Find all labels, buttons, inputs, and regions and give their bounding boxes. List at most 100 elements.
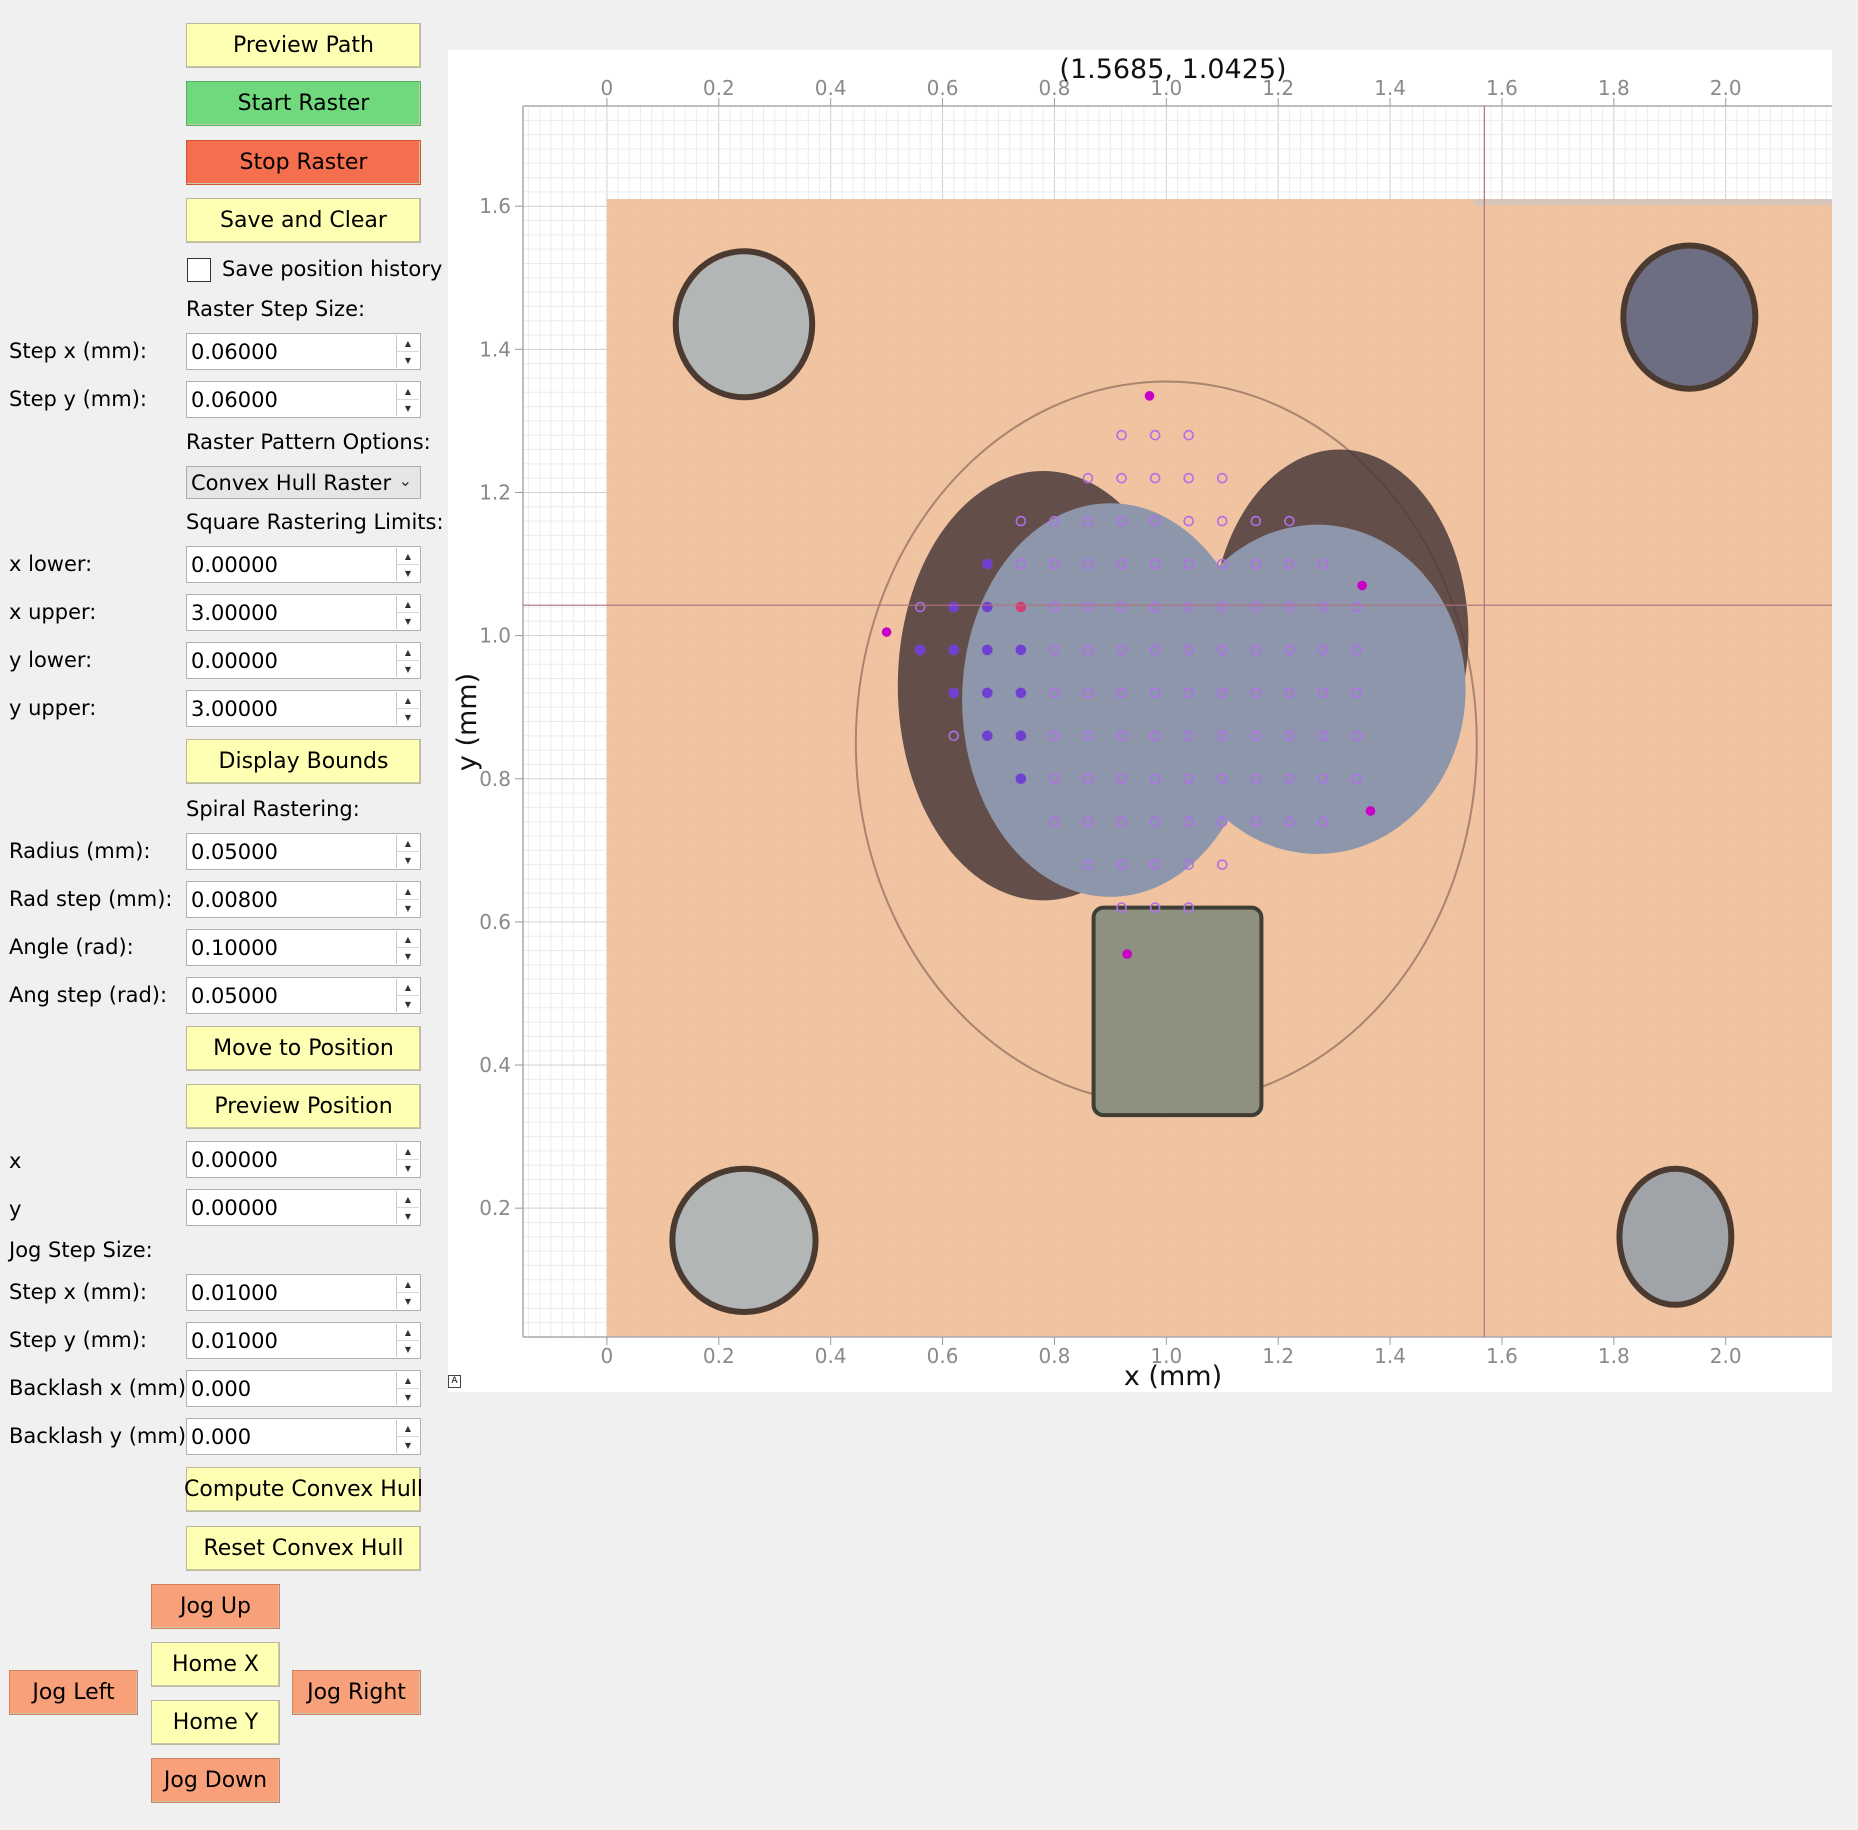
stop-raster-button[interactable]: Stop Raster [186,140,421,185]
raster-pattern-dropdown[interactable]: Convex Hull Raster ⌄ [186,466,421,499]
spin-down-icon[interactable]: ▼ [397,661,419,677]
spin-down-icon[interactable]: ▼ [397,400,419,416]
spin-up-icon[interactable]: ▲ [397,692,419,709]
spin-down-icon[interactable]: ▼ [397,1293,419,1309]
backlash-y-label: Backlash y (mm): [9,1424,194,1448]
position-y-spinbox[interactable]: 0.00000 ▲ ▼ [186,1189,421,1226]
jog-down-button[interactable]: Jog Down [151,1758,280,1803]
spin-down-icon[interactable]: ▼ [397,948,419,964]
spin-down-icon[interactable]: ▼ [397,352,419,368]
sample-stage-image [606,199,1832,1337]
cursor-readout: (1.5685, 1.0425) [1059,54,1286,85]
x-tick-label-top: 0.2 [703,76,735,100]
spin-up-icon[interactable]: ▲ [397,1276,419,1293]
spin-up-icon[interactable]: ▲ [397,383,419,400]
spin-up-icon[interactable]: ▲ [397,1324,419,1341]
rad-step-value: 0.00800 [191,887,278,912]
jog-step-y-value: 0.01000 [191,1328,278,1353]
preview-position-button[interactable]: Preview Position [186,1084,421,1129]
jog-step-x-spinbox[interactable]: 0.01000 ▲ ▼ [186,1274,421,1311]
spin-up-icon[interactable]: ▲ [397,548,419,565]
rad-step-spinbox[interactable]: 0.00800 ▲ ▼ [186,881,421,918]
spin-up-icon[interactable]: ▲ [397,979,419,996]
raster-plot[interactable]: 000.20.20.40.40.60.60.80.81.01.01.21.21.… [448,50,1832,1392]
y-tick-label: 1.0 [479,624,511,648]
auto-range-icon[interactable]: A [448,1375,461,1388]
spin-down-icon[interactable]: ▼ [397,852,419,868]
spin-up-icon[interactable]: ▲ [397,1143,419,1160]
backlash-y-spinbox[interactable]: 0.000 ▲ ▼ [186,1418,421,1455]
spin-down-icon[interactable]: ▼ [397,1208,419,1224]
raster-step-y-spinbox[interactable]: 0.06000 ▲ ▼ [186,381,421,418]
raster-step-y-value: 0.06000 [191,387,278,412]
raster-step-x-spinbox[interactable]: 0.06000 ▲ ▼ [186,333,421,370]
spin-up-icon[interactable]: ▲ [397,1420,419,1437]
home-y-button[interactable]: Home Y [151,1700,280,1745]
spin-up-icon[interactable]: ▲ [397,596,419,613]
x-lower-spinbox[interactable]: 0.00000 ▲ ▼ [186,546,421,583]
spin-down-icon[interactable]: ▼ [397,900,419,916]
spin-up-icon[interactable]: ▲ [397,883,419,900]
display-bounds-button[interactable]: Display Bounds [186,739,421,784]
spiral-heading: Spiral Rastering: [186,797,360,821]
angle-spinbox[interactable]: 0.10000 ▲ ▼ [186,929,421,966]
compute-convex-hull-button[interactable]: Compute Convex Hull [184,1467,423,1512]
spin-down-icon[interactable]: ▼ [397,565,419,581]
spin-down-icon[interactable]: ▼ [397,1341,419,1357]
spin-up-icon[interactable]: ▲ [397,335,419,352]
spin-down-icon[interactable]: ▼ [397,613,419,629]
radius-label: Radius (mm): [9,839,151,863]
visited-point [1015,730,1027,742]
jog-left-button[interactable]: Jog Left [9,1670,138,1715]
backlash-y-value: 0.000 [191,1424,252,1449]
home-x-button[interactable]: Home X [151,1642,280,1687]
y-lower-spinbox[interactable]: 0.00000 ▲ ▼ [186,642,421,679]
raster-plot-panel[interactable]: 0 0 0.2 0.2 0.4 0.4 0.6 0.6 0.8 0.8 1.0 1.0 1.2 1.2 1.… [448,50,1832,1392]
spin-down-icon[interactable]: ▼ [397,996,419,1012]
y-upper-spinbox[interactable]: 3.00000 ▲ ▼ [186,690,421,727]
spin-up-icon[interactable]: ▲ [397,835,419,852]
jog-step-y-spinbox[interactable]: 0.01000 ▲ ▼ [186,1322,421,1359]
raster-step-x-label: Step x (mm): [9,339,147,363]
start-raster-button[interactable]: Start Raster [186,81,421,126]
visited-point [982,558,993,570]
y-tick-label: 0.6 [479,910,511,934]
backlash-x-spinbox[interactable]: 0.000 ▲ ▼ [186,1370,421,1407]
preview-path-button[interactable]: Preview Path [186,23,421,68]
visited-point [948,687,960,699]
save-history-checkbox[interactable] [187,258,211,282]
spin-up-icon[interactable]: ▲ [397,644,419,661]
x-tick-label-top: 1.4 [1374,76,1406,100]
x-tick-label-top: 1.8 [1598,76,1630,100]
save-and-clear-button[interactable]: Save and Clear [186,198,421,243]
spin-up-icon[interactable]: ▲ [397,931,419,948]
raster-step-heading: Raster Step Size: [186,297,366,321]
spin-down-icon[interactable]: ▼ [397,1160,419,1176]
jog-up-button[interactable]: Jog Up [151,1584,280,1629]
visited-point [948,644,960,656]
spin-down-icon[interactable]: ▼ [397,1437,419,1453]
reset-convex-hull-button[interactable]: Reset Convex Hull [186,1526,421,1571]
save-history-label: Save position history [222,257,443,281]
jog-right-button[interactable]: Jog Right [292,1670,421,1715]
angle-value: 0.10000 [191,935,278,960]
position-y-value: 0.00000 [191,1195,278,1220]
jog-step-x-value: 0.01000 [191,1280,278,1305]
x-tick-label-bottom: 1.6 [1486,1344,1518,1368]
position-x-spinbox[interactable]: 0.00000 ▲ ▼ [186,1141,421,1178]
move-to-position-button[interactable]: Move to Position [186,1026,421,1071]
spin-up-icon[interactable]: ▲ [397,1372,419,1389]
spin-down-icon[interactable]: ▼ [397,709,419,725]
radius-spinbox[interactable]: 0.05000 ▲ ▼ [186,833,421,870]
jog-step-y-label: Step y (mm): [9,1328,147,1352]
spin-down-icon[interactable]: ▼ [397,1389,419,1405]
x-axis-label: x (mm) [1124,1361,1222,1392]
x-upper-spinbox[interactable]: 3.00000 ▲ ▼ [186,594,421,631]
x-tick-label-bottom: 0.2 [703,1344,735,1368]
y-lower-value: 0.00000 [191,648,278,673]
ang-step-spinbox[interactable]: 0.05000 ▲ ▼ [186,977,421,1014]
spin-up-icon[interactable]: ▲ [397,1191,419,1208]
x-upper-label: x upper: [9,600,97,624]
jog-step-heading: Jog Step Size: [9,1238,153,1262]
radius-value: 0.05000 [191,839,278,864]
